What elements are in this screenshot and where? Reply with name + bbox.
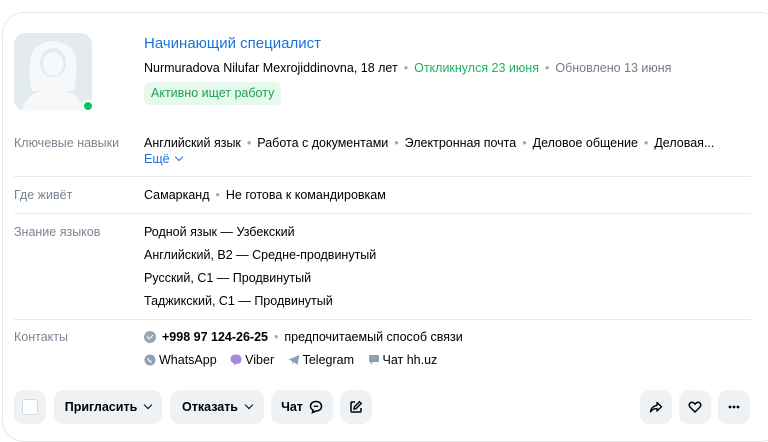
skills-list: Английский язык • Работа с документами • Эле… xyxy=(144,136,715,150)
divider xyxy=(14,319,751,320)
chat-bubble-icon xyxy=(368,355,379,365)
more-dots-icon xyxy=(728,405,740,409)
online-status-dot xyxy=(82,100,94,112)
divider xyxy=(14,176,751,177)
city: Самарканд xyxy=(144,188,210,202)
chat-icon xyxy=(309,400,323,414)
verified-check-icon xyxy=(144,331,156,343)
messengers-row: WhatsApp Viber Telegram Чат hh.uz xyxy=(144,353,447,369)
preferred-contact-note: предпочитаемый способ связи xyxy=(284,330,463,344)
share-button[interactable] xyxy=(640,390,672,424)
language-item: Родной язык — Узбекский xyxy=(144,225,295,239)
travel-readiness: Не готова к командировкам xyxy=(225,188,386,202)
location-value: Самарканд • Не готова к командировкам xyxy=(144,188,386,202)
skill-item: Электронная почта xyxy=(404,136,517,150)
telegram-icon xyxy=(288,355,300,365)
resume-title-link[interactable]: Начинающий специалист xyxy=(144,35,321,52)
resume-card xyxy=(2,12,768,442)
favorite-button[interactable] xyxy=(679,390,711,424)
updated-date: Обновлено 13 июня xyxy=(555,61,672,75)
select-checkbox[interactable] xyxy=(14,390,46,424)
edit-note-button[interactable] xyxy=(340,390,372,424)
hh-chat-link[interactable]: Чат hh.uz xyxy=(368,353,437,367)
chevron-down-icon xyxy=(144,400,153,410)
skills-label: Ключевые навыки xyxy=(14,136,120,150)
responded-date: Откликнулся 23 июня xyxy=(414,61,539,75)
phone-row: +998 97 124-26-25 • предпочитаемый способ … xyxy=(144,330,463,344)
whatsapp-icon xyxy=(144,354,156,366)
chevron-down-icon xyxy=(174,152,183,162)
skill-item: Деловая... xyxy=(654,136,715,150)
skills-more-button[interactable]: Ещё xyxy=(144,152,183,166)
language-item: Русский, C1 — Продвинутый xyxy=(144,271,312,285)
viber-icon xyxy=(230,354,242,366)
avatar[interactable] xyxy=(14,33,92,111)
location-label: Где живёт xyxy=(14,188,73,202)
contacts-label: Контакты xyxy=(14,330,68,344)
language-item: Таджикский, C1 — Продвинутый xyxy=(144,294,333,308)
invite-button[interactable]: Пригласить xyxy=(54,390,162,424)
avatar-placeholder-icon xyxy=(14,33,92,111)
status-badge: Активно ищет работу xyxy=(144,82,282,105)
phone-number[interactable]: +998 97 124-26-25 xyxy=(162,330,268,344)
edit-icon xyxy=(350,400,363,413)
languages-label: Знание языков xyxy=(14,225,101,239)
more-actions-button[interactable] xyxy=(718,390,750,424)
viber-link[interactable]: Viber xyxy=(230,353,274,367)
whatsapp-link[interactable]: WhatsApp xyxy=(144,353,217,367)
skill-item: Английский язык xyxy=(144,136,241,150)
candidate-meta: Nurmuradova Nilufar Mexrojiddinovna, 18 … xyxy=(144,61,672,75)
candidate-name-age: Nurmuradova Nilufar Mexrojiddinovna, 18 … xyxy=(144,61,398,75)
chat-button[interactable]: Чат xyxy=(271,390,333,424)
heart-icon xyxy=(688,401,702,413)
skill-item: Работа с документами xyxy=(257,136,389,150)
chevron-down-icon xyxy=(244,400,254,410)
share-icon xyxy=(649,401,663,413)
reject-button[interactable]: Отказать xyxy=(170,390,264,424)
skill-item: Деловое общение xyxy=(532,136,638,150)
language-item: Английский, B2 — Средне-продвинутый xyxy=(144,248,377,262)
divider xyxy=(14,213,751,214)
telegram-link[interactable]: Telegram xyxy=(288,353,354,367)
